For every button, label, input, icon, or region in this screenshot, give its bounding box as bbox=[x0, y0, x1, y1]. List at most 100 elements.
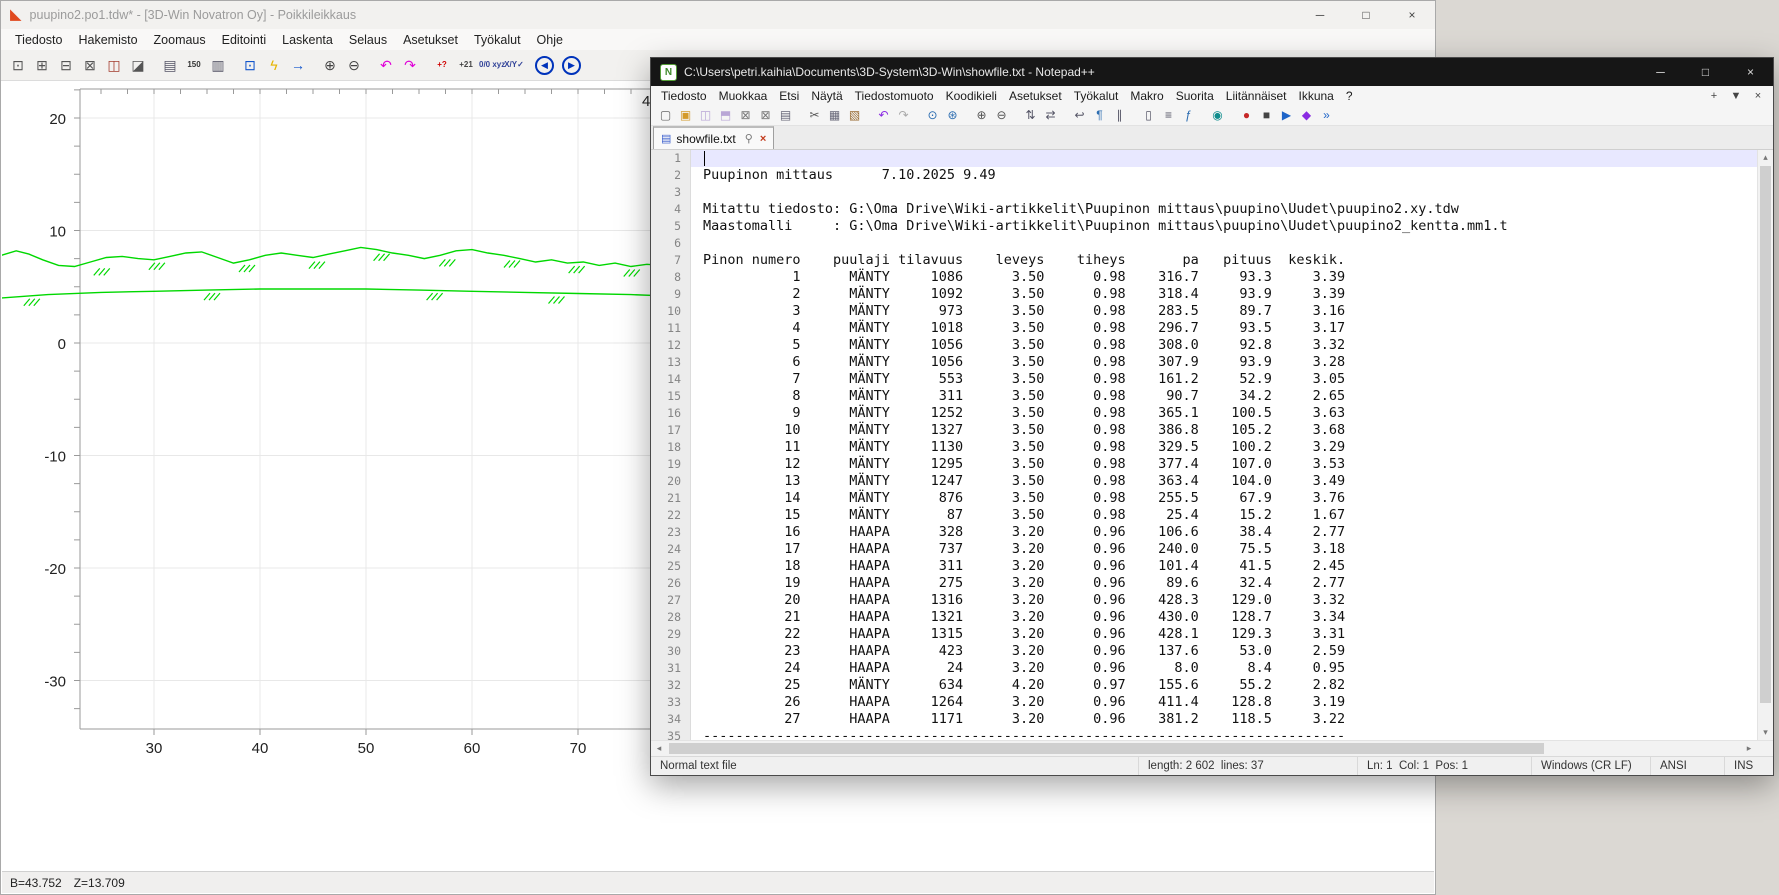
go-arrow-icon[interactable]: → bbox=[287, 54, 309, 76]
editor-line-6[interactable]: 6 bbox=[651, 235, 1757, 252]
cut-icon[interactable]: ✂ bbox=[806, 107, 823, 124]
npp-menu-item[interactable]: ? bbox=[1340, 87, 1359, 105]
tdw-close-button[interactable]: × bbox=[1389, 1, 1435, 29]
npp-menu-muokkaa[interactable]: Muokkaa bbox=[713, 87, 774, 105]
editor-line-28[interactable]: 28 21 HAAPA 1321 3.20 0.96 430.0 128.7 3… bbox=[651, 609, 1757, 626]
save-all-icon[interactable]: ⬒ bbox=[717, 107, 734, 124]
macro-play-icon[interactable]: ▶ bbox=[1278, 107, 1295, 124]
editor-line-2[interactable]: 2Puupinon mittaus 7.10.2025 9.49 bbox=[651, 167, 1757, 184]
function-list-icon[interactable]: ƒ bbox=[1180, 107, 1197, 124]
show-symbols-icon[interactable]: ¶ bbox=[1091, 107, 1108, 124]
redo-icon[interactable]: ↷ bbox=[895, 107, 912, 124]
tdw-maximize-button[interactable]: □ bbox=[1343, 1, 1389, 29]
tdw-menu-selaus[interactable]: Selaus bbox=[341, 31, 395, 49]
npp-titlebar[interactable]: N C:\Users\petri.kaihia\Documents\3D-Sys… bbox=[651, 58, 1773, 86]
tdw-menu-ohje[interactable]: Ohje bbox=[529, 31, 571, 49]
vertical-scroll-thumb[interactable] bbox=[1760, 166, 1771, 703]
macro-record-icon[interactable]: ● bbox=[1238, 107, 1255, 124]
scroll-down-icon[interactable]: ▾ bbox=[1758, 725, 1773, 740]
editor-line-34[interactable]: 34 27 HAAPA 1171 3.20 0.96 381.2 118.5 3… bbox=[651, 711, 1757, 728]
editor-line-23[interactable]: 23 16 HAAPA 328 3.20 0.96 106.6 38.4 2.7… bbox=[651, 524, 1757, 541]
undo-icon[interactable]: ↶ bbox=[375, 54, 397, 76]
editor-line-7[interactable]: 7Pinon numero puulaji tilavuus leveys ti… bbox=[651, 252, 1757, 269]
npp-close-doc-button[interactable]: × bbox=[1747, 90, 1769, 102]
editor-line-8[interactable]: 8 1 MÄNTY 1086 3.50 0.98 316.7 93.3 3.39 bbox=[651, 269, 1757, 286]
npp-minimize-button[interactable]: ─ bbox=[1638, 58, 1683, 86]
editor-line-9[interactable]: 9 2 MÄNTY 1092 3.50 0.98 318.4 93.9 3.39 bbox=[651, 286, 1757, 303]
open-file-icon[interactable]: ▣ bbox=[677, 107, 694, 124]
new-file-icon[interactable]: ▢ bbox=[657, 107, 674, 124]
status-insert-mode[interactable]: INS bbox=[1724, 757, 1773, 775]
vertical-scrollbar[interactable]: ▴ ▾ bbox=[1757, 150, 1773, 740]
zoom-in-icon[interactable]: ⊕ bbox=[319, 54, 341, 76]
horizontal-scroll-thumb[interactable] bbox=[669, 743, 1544, 754]
npp-menu-etsi[interactable]: Etsi bbox=[773, 87, 805, 105]
editor-line-35[interactable]: 35--------------------------------------… bbox=[651, 728, 1757, 740]
macro-run-multiple-icon[interactable]: » bbox=[1318, 107, 1335, 124]
status-encoding[interactable]: ANSI bbox=[1650, 757, 1724, 775]
editor-line-11[interactable]: 11 4 MÄNTY 1018 3.50 0.98 296.7 93.5 3.1… bbox=[651, 320, 1757, 337]
xyz-point-icon[interactable]: 0/0 xyz bbox=[479, 54, 501, 76]
npp-menu-näytä[interactable]: Näytä bbox=[805, 87, 848, 105]
editor-line-1[interactable]: 1 bbox=[651, 150, 1757, 167]
editor-line-18[interactable]: 18 11 MÄNTY 1130 3.50 0.98 329.5 100.2 3… bbox=[651, 439, 1757, 456]
npp-menu-ikkuna[interactable]: Ikkuna bbox=[1292, 87, 1339, 105]
npp-menu-suorita[interactable]: Suorita bbox=[1170, 87, 1220, 105]
editor-line-10[interactable]: 10 3 MÄNTY 973 3.50 0.98 283.5 89.7 3.16 bbox=[651, 303, 1757, 320]
point-info-icon[interactable]: +? bbox=[431, 54, 453, 76]
undo-icon[interactable]: ↶ bbox=[875, 107, 892, 124]
editor-line-17[interactable]: 17 10 MÄNTY 1327 3.50 0.98 386.8 105.2 3… bbox=[651, 422, 1757, 439]
scroll-up-icon[interactable]: ▴ bbox=[1758, 150, 1773, 165]
editor-line-22[interactable]: 22 15 MÄNTY 87 3.50 0.98 25.4 15.2 1.67 bbox=[651, 507, 1757, 524]
pin-tab-icon[interactable]: ⚲ bbox=[745, 132, 753, 145]
indent-guide-icon[interactable]: ∥ bbox=[1111, 107, 1128, 124]
editor-line-16[interactable]: 16 9 MÄNTY 1252 3.50 0.98 365.1 100.5 3.… bbox=[651, 405, 1757, 422]
tdw-menu-laskenta[interactable]: Laskenta bbox=[274, 31, 341, 49]
tdw-menu-editointi[interactable]: Editointi bbox=[214, 31, 274, 49]
npp-new-tab-button[interactable]: + bbox=[1703, 90, 1725, 102]
copy-section-icon[interactable]: ◫ bbox=[103, 54, 125, 76]
scale-150-icon[interactable]: 150 bbox=[183, 54, 205, 76]
zoom-out-icon[interactable]: ⊖ bbox=[993, 107, 1010, 124]
macro-stop-icon[interactable]: ■ bbox=[1258, 107, 1275, 124]
doc-list-icon[interactable]: ≡ bbox=[1160, 107, 1177, 124]
tdw-menu-zoomaus[interactable]: Zoomaus bbox=[146, 31, 214, 49]
editor-line-33[interactable]: 33 26 HAAPA 1264 3.20 0.96 411.4 128.8 3… bbox=[651, 694, 1757, 711]
print-icon[interactable]: ▤ bbox=[159, 54, 181, 76]
zoom-out-icon[interactable]: ⊖ bbox=[343, 54, 365, 76]
npp-menu-koodikieli[interactable]: Koodikieli bbox=[940, 87, 1003, 105]
code-check-icon[interactable]: X/Y✓ bbox=[503, 54, 525, 76]
editor-line-3[interactable]: 3 bbox=[651, 184, 1757, 201]
editor-line-25[interactable]: 25 18 HAAPA 311 3.20 0.96 101.4 41.5 2.4… bbox=[651, 558, 1757, 575]
zoom-in-icon[interactable]: ⊕ bbox=[973, 107, 990, 124]
doc-map-icon[interactable]: ▯ bbox=[1140, 107, 1157, 124]
npp-close-button[interactable]: × bbox=[1728, 58, 1773, 86]
editor-line-27[interactable]: 27 20 HAAPA 1316 3.20 0.96 428.3 129.0 3… bbox=[651, 592, 1757, 609]
editor-line-13[interactable]: 13 6 MÄNTY 1056 3.50 0.98 307.9 93.9 3.2… bbox=[651, 354, 1757, 371]
save-icon[interactable]: ◫ bbox=[697, 107, 714, 124]
npp-menu-työkalut[interactable]: Työkalut bbox=[1068, 87, 1125, 105]
word-wrap-icon[interactable]: ↩ bbox=[1071, 107, 1088, 124]
editor-line-12[interactable]: 12 5 MÄNTY 1056 3.50 0.98 308.0 92.8 3.3… bbox=[651, 337, 1757, 354]
find-icon[interactable]: ⊙ bbox=[924, 107, 941, 124]
replace-icon[interactable]: ⊛ bbox=[944, 107, 961, 124]
scroll-right-icon[interactable]: ▸ bbox=[1741, 741, 1757, 756]
editor-line-20[interactable]: 20 13 MÄNTY 1247 3.50 0.98 363.4 104.0 3… bbox=[651, 473, 1757, 490]
copy-icon[interactable]: ▦ bbox=[826, 107, 843, 124]
tdw-menu-työkalut[interactable]: Työkalut bbox=[466, 31, 529, 49]
editor-line-30[interactable]: 30 23 HAAPA 423 3.20 0.96 137.6 53.0 2.5… bbox=[651, 643, 1757, 660]
tdw-minimize-button[interactable]: ─ bbox=[1297, 1, 1343, 29]
editor-line-26[interactable]: 26 19 HAAPA 275 3.20 0.96 89.6 32.4 2.77 bbox=[651, 575, 1757, 592]
editor-lines[interactable]: 12Puupinon mittaus 7.10.2025 9.4934Mitat… bbox=[651, 150, 1757, 740]
point-snap-icon[interactable]: +21 bbox=[455, 54, 477, 76]
npp-menu-tiedosto[interactable]: Tiedosto bbox=[655, 87, 713, 105]
editor[interactable]: 12Puupinon mittaus 7.10.2025 9.4934Mitat… bbox=[651, 150, 1773, 740]
npp-maximize-button[interactable]: □ bbox=[1683, 58, 1728, 86]
section-list-icon[interactable]: ⊠ bbox=[79, 54, 101, 76]
npp-tab-list-button[interactable]: ▼ bbox=[1725, 90, 1747, 102]
npp-menu-tiedostomuoto[interactable]: Tiedostomuoto bbox=[849, 87, 940, 105]
fit-window-icon[interactable]: ⊡ bbox=[239, 54, 261, 76]
next-section-icon[interactable]: ⊟ bbox=[55, 54, 77, 76]
editor-line-15[interactable]: 15 8 MÄNTY 311 3.50 0.98 90.7 34.2 2.65 bbox=[651, 388, 1757, 405]
next-profile-icon[interactable]: ▶ bbox=[562, 56, 581, 75]
